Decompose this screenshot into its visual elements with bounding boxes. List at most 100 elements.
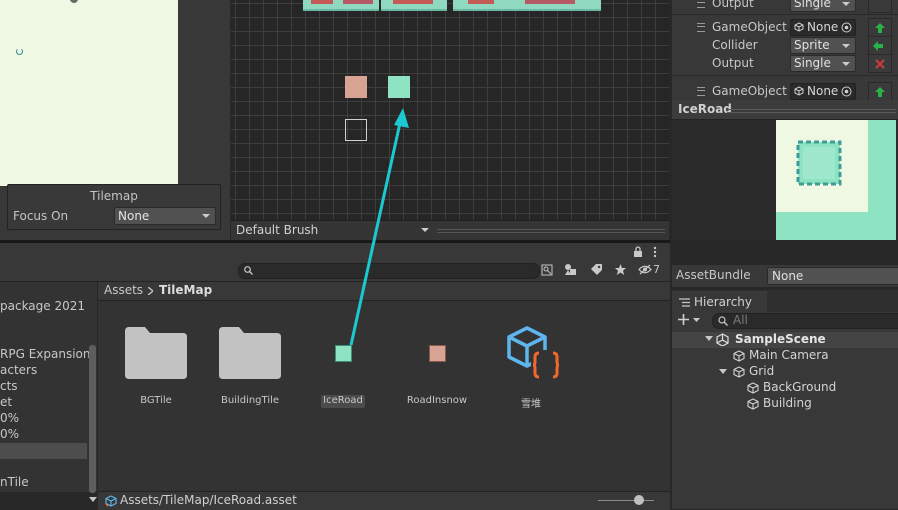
more-options-icon[interactable]: [652, 246, 658, 258]
assetbundle-value: None: [772, 269, 804, 283]
row-menu-icon[interactable]: [697, 87, 705, 96]
gameobject-value: None: [807, 20, 839, 34]
object-picker-icon[interactable]: [841, 22, 852, 33]
tab-label: Hierarchy: [694, 295, 753, 309]
cube-icon: [747, 398, 759, 410]
expand-arrow-icon[interactable]: [719, 369, 727, 375]
add-icon[interactable]: [678, 314, 689, 325]
star-favorite-icon[interactable]: [614, 263, 627, 276]
hidden-eye-icon[interactable]: [638, 264, 652, 275]
tree-item[interactable]: nTile: [0, 475, 29, 491]
tree-item[interactable]: 0%: [0, 427, 19, 443]
palette-tile-ice[interactable]: [388, 76, 410, 98]
collider-dropdown[interactable]: Sprite: [790, 37, 856, 54]
brush-dropdown[interactable]: Default Brush: [233, 222, 431, 238]
scene-marker-icon: [16, 48, 23, 55]
row-action-button[interactable]: [868, 36, 892, 55]
project-search-bar: 7: [0, 261, 670, 282]
tree-item[interactable]: 0%: [0, 411, 19, 427]
scene-view[interactable]: Tilemap Focus On None: [0, 0, 230, 240]
zoom-slider-handle[interactable]: [634, 495, 644, 505]
search-input[interactable]: [238, 263, 540, 279]
row-action-button[interactable]: [868, 0, 892, 13]
brush-value: Default Brush: [236, 223, 319, 237]
row-action-button[interactable]: [868, 82, 892, 101]
label-tag-icon[interactable]: [590, 263, 603, 276]
inspector-row-collider: Collider Sprite: [672, 36, 898, 55]
tree-scrollbar[interactable]: [89, 345, 96, 493]
row-menu-icon[interactable]: [697, 23, 705, 32]
row-action-button[interactable]: [868, 54, 892, 73]
tilemap-overlay-title: Tilemap: [90, 189, 138, 203]
folder-icon: [219, 327, 281, 379]
chevron-down-icon[interactable]: [693, 318, 700, 323]
tree-item[interactable]: acters: [0, 363, 37, 379]
output-dropdown[interactable]: Single: [790, 55, 856, 72]
preview-title: IceRoad: [678, 102, 732, 116]
expand-arrow-icon[interactable]: [705, 336, 713, 342]
inspector-row-label: GameObject: [712, 84, 787, 98]
asset-item-roadinsnow[interactable]: RoadInsnow: [397, 301, 477, 411]
assetbundle-dropdown[interactable]: None: [767, 267, 898, 285]
preview-drag-handle[interactable]: [727, 109, 896, 113]
folder-tree[interactable]: package 2021 RPG Expansion acters cts et…: [0, 282, 97, 492]
asset-item-buildingtile[interactable]: BuildingTile: [210, 301, 290, 411]
search-placeholder: All: [733, 313, 748, 327]
gameobject-value: None: [807, 84, 839, 98]
inspector-row-output-1: Output Single: [672, 0, 898, 13]
tree-item-selected[interactable]: [0, 443, 87, 459]
asset-item-iceroad[interactable]: IceRoad: [303, 301, 383, 411]
lock-icon[interactable]: [633, 246, 643, 257]
search-by-type-icon[interactable]: [541, 264, 553, 276]
asset-item-snowpile[interactable]: 雪堆: [491, 301, 571, 411]
hierarchy-row-background[interactable]: BackGround: [672, 380, 898, 396]
hierarchy-row-building[interactable]: Building: [672, 396, 898, 412]
output-dropdown[interactable]: Single: [790, 0, 856, 12]
tree-item[interactable]: package 2021: [0, 299, 85, 315]
hierarchy-label: Grid: [749, 364, 775, 378]
output-value: Single: [794, 56, 831, 70]
row-menu-icon[interactable]: [697, 0, 705, 8]
chevron-right-icon: [148, 287, 153, 295]
tree-item[interactable]: et: [0, 395, 12, 411]
asset-label: BGTile: [140, 395, 172, 406]
gameobject-field[interactable]: None: [790, 19, 856, 36]
hierarchy-row-scene[interactable]: SampleScene: [672, 332, 898, 348]
scroll-down-icon[interactable]: [89, 497, 97, 503]
chevron-down-icon: [421, 228, 429, 232]
arrow-up-icon: [875, 87, 885, 97]
breadcrumb-current[interactable]: TileMap: [159, 283, 212, 297]
tile-palette-grid[interactable]: [231, 0, 669, 220]
inspector-panel: Output Single GameObject None Collider S…: [672, 0, 898, 101]
chevron-down-icon: [842, 62, 850, 66]
hierarchy-search-input[interactable]: All: [712, 313, 898, 329]
inspector-row-label: Output: [712, 56, 754, 70]
row-action-button[interactable]: [868, 18, 892, 37]
focus-on-dropdown[interactable]: None: [114, 207, 216, 225]
scene-canvas[interactable]: [0, 0, 178, 186]
search-icon: [244, 266, 253, 275]
breadcrumb: Assets TileMap: [98, 282, 670, 301]
breadcrumb-root[interactable]: Assets: [104, 283, 143, 297]
asset-grid[interactable]: BGTile BuildingTile IceRoad RoadInsnow 雪…: [98, 301, 670, 491]
gameobject-field[interactable]: None: [790, 83, 856, 100]
preview-header[interactable]: IceRoad: [672, 100, 898, 120]
asset-item-bgtile[interactable]: BGTile: [116, 301, 196, 411]
tab-hierarchy[interactable]: Hierarchy: [672, 291, 767, 313]
tree-item[interactable]: cts: [0, 379, 18, 395]
inspector-row-label: Collider: [712, 38, 758, 52]
cube-icon: [747, 382, 759, 394]
tree-item[interactable]: RPG Expansion: [0, 347, 90, 363]
palette-tile-strip[interactable]: [303, 0, 601, 11]
zoom-slider-track[interactable]: [598, 500, 654, 501]
inspector-row-output-2: Output Single: [672, 54, 898, 73]
palette-selection-box[interactable]: [345, 119, 367, 141]
row-separator: [672, 14, 898, 15]
hierarchy-row-main-camera[interactable]: Main Camera: [672, 348, 898, 364]
unity-icon: [716, 333, 729, 346]
hierarchy-list[interactable]: SampleScene Main Camera Grid BackGround …: [672, 330, 898, 509]
filter-by-type-icon[interactable]: [564, 263, 577, 276]
hierarchy-row-grid[interactable]: Grid: [672, 364, 898, 380]
palette-tile-road[interactable]: [345, 76, 367, 98]
object-picker-icon[interactable]: [841, 86, 852, 97]
